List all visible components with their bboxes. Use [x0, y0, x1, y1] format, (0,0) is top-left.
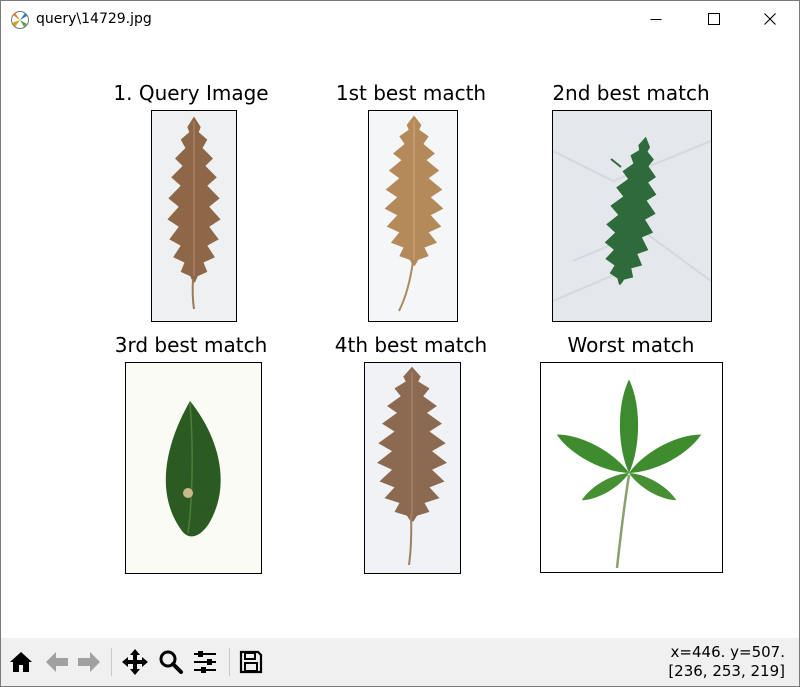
image-frame — [151, 110, 237, 322]
subplot-2nd-best-match: 2nd best match — [541, 81, 721, 325]
configure-subplots-button[interactable] — [189, 646, 221, 678]
move-icon — [122, 649, 148, 675]
worst-match-leaf-image — [552, 379, 706, 569]
app-window: query\14729.jpg 1. Query Image 1st best … — [0, 0, 800, 687]
home-icon — [10, 652, 32, 672]
sliders-icon — [194, 651, 216, 673]
back-arrow-icon — [46, 652, 68, 672]
forward-arrow-icon — [78, 652, 100, 672]
image-frame — [364, 362, 461, 574]
toolbar-separator — [229, 648, 230, 676]
subplot-title: 1st best macth — [335, 81, 487, 105]
match-3-leaf-image — [165, 401, 221, 537]
subplot-1st-best-match: 1st best macth — [321, 81, 501, 325]
cursor-xy-text: x=446. y=507. — [670, 643, 785, 661]
forward-button[interactable] — [73, 646, 105, 678]
image-frame — [368, 110, 458, 322]
subplot-title: 1. Query Image — [113, 81, 269, 105]
minimize-icon — [650, 19, 662, 20]
subplot-worst-match: Worst match — [540, 333, 723, 577]
subplot-query-image: 1. Query Image — [101, 81, 281, 325]
close-icon — [764, 13, 776, 25]
navigation-toolbar: x=446. y=507. [236, 253, 219] — [1, 638, 799, 686]
image-frame — [552, 110, 712, 322]
toolbar-separator — [111, 648, 112, 676]
home-button[interactable] — [5, 646, 37, 678]
maximize-icon — [708, 13, 720, 25]
image-frame — [125, 362, 262, 574]
back-button[interactable] — [41, 646, 73, 678]
figure-canvas[interactable]: 1. Query Image 1st best macth 2nd best m… — [1, 37, 799, 638]
matplotlib-logo-icon — [11, 11, 29, 29]
subplot-3rd-best-match: 3rd best match — [101, 333, 281, 577]
magnifier-icon — [159, 650, 183, 674]
title-bar[interactable]: query\14729.jpg — [1, 1, 799, 37]
subplot-4th-best-match: 4th best match — [321, 333, 501, 577]
match-1-leaf-image — [384, 115, 444, 312]
subplot-title: 3rd best match — [114, 333, 268, 357]
image-frame — [540, 362, 723, 573]
cursor-coordinates-readout: x=446. y=507. [236, 253, 219] — [668, 643, 785, 681]
close-button[interactable] — [747, 1, 793, 37]
floppy-disk-icon — [239, 650, 263, 674]
query-leaf-image — [167, 116, 221, 310]
match-4-leaf-image — [377, 366, 447, 566]
save-button[interactable] — [235, 646, 267, 678]
pixel-value-text: [236, 253, 219] — [668, 662, 785, 680]
maximize-button[interactable] — [691, 1, 737, 37]
match-2-leaf-image — [553, 132, 711, 302]
window-title: query\14729.jpg — [36, 11, 152, 27]
subplot-title: 2nd best match — [552, 81, 710, 105]
zoom-button[interactable] — [155, 646, 187, 678]
minimize-button[interactable] — [633, 1, 679, 37]
subplot-title: 4th best match — [334, 333, 488, 357]
subplot-title: Worst match — [567, 333, 695, 357]
pan-button[interactable] — [119, 646, 151, 678]
